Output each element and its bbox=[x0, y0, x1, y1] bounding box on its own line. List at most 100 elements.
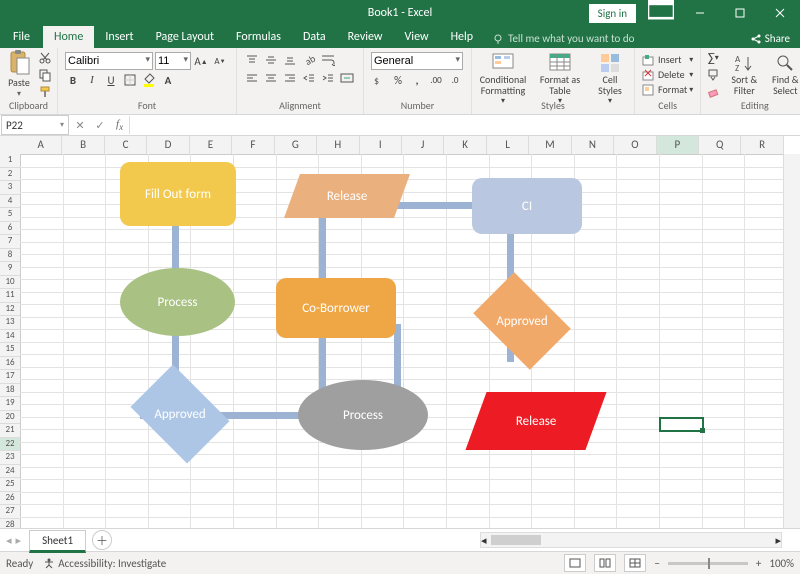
row-header-22[interactable]: 22 bbox=[0, 438, 20, 452]
row-header-7[interactable]: 7 bbox=[0, 235, 20, 249]
accessibility-status[interactable]: Accessibility: Investigate bbox=[43, 557, 166, 570]
row-header-16[interactable]: 16 bbox=[0, 357, 20, 371]
bold-button[interactable]: B bbox=[65, 72, 82, 88]
tab-home[interactable]: Home bbox=[43, 26, 94, 48]
align-bottom-button[interactable] bbox=[282, 52, 299, 68]
row-headers[interactable]: 1234567891011121314151617181920212223242… bbox=[0, 154, 21, 528]
decrease-indent-button[interactable] bbox=[301, 70, 318, 86]
decrease-decimal-button[interactable]: .0 bbox=[447, 72, 464, 88]
row-header-9[interactable]: 9 bbox=[0, 262, 20, 276]
tab-data[interactable]: Data bbox=[292, 26, 337, 48]
decrease-font-button[interactable]: A▼ bbox=[212, 53, 229, 69]
shape-process-2[interactable]: Process bbox=[298, 380, 428, 450]
row-header-27[interactable]: 27 bbox=[0, 505, 20, 519]
active-cell[interactable] bbox=[659, 417, 704, 432]
col-header-P[interactable]: P bbox=[657, 136, 699, 154]
row-header-17[interactable]: 17 bbox=[0, 370, 20, 384]
horizontal-scrollbar[interactable]: ◂▸ bbox=[480, 532, 782, 548]
border-button[interactable] bbox=[122, 72, 139, 88]
row-header-10[interactable]: 10 bbox=[0, 276, 20, 290]
row-header-25[interactable]: 25 bbox=[0, 478, 20, 492]
format-painter-button[interactable] bbox=[37, 84, 53, 99]
tab-help[interactable]: Help bbox=[440, 26, 485, 48]
zoom-in-button[interactable]: + bbox=[756, 557, 761, 570]
align-center-button[interactable] bbox=[263, 70, 280, 86]
tab-review[interactable]: Review bbox=[337, 26, 394, 48]
cells-grid[interactable]: Fill Out form Process Approved Release C… bbox=[20, 154, 784, 528]
tab-page-layout[interactable]: Page Layout bbox=[145, 26, 225, 48]
share-button[interactable]: Share bbox=[740, 29, 800, 48]
zoom-slider[interactable] bbox=[668, 562, 748, 565]
row-header-19[interactable]: 19 bbox=[0, 397, 20, 411]
row-header-1[interactable]: 1 bbox=[0, 154, 20, 168]
shape-process-1[interactable]: Process bbox=[120, 268, 235, 336]
fx-icon[interactable]: fx bbox=[110, 118, 129, 132]
new-sheet-button[interactable]: ＋ bbox=[92, 530, 112, 550]
col-header-L[interactable]: L bbox=[487, 136, 529, 154]
tell-me-search[interactable]: Tell me what you want to do bbox=[484, 29, 642, 48]
font-size-select[interactable]: 11 bbox=[155, 52, 191, 70]
col-header-O[interactable]: O bbox=[614, 136, 656, 154]
shape-approved-1[interactable]: Approved bbox=[140, 384, 220, 444]
tab-file[interactable]: File bbox=[0, 26, 43, 48]
row-header-18[interactable]: 18 bbox=[0, 384, 20, 398]
worksheet[interactable]: ABCDEFGHIJKLMNOPQR 123456789101112131415… bbox=[0, 136, 800, 528]
row-header-4[interactable]: 4 bbox=[0, 195, 20, 209]
row-header-20[interactable]: 20 bbox=[0, 411, 20, 425]
font-color-button[interactable]: A bbox=[160, 72, 177, 88]
italic-button[interactable]: I bbox=[84, 72, 101, 88]
col-header-F[interactable]: F bbox=[232, 136, 274, 154]
cut-button[interactable] bbox=[37, 50, 53, 65]
tab-insert[interactable]: Insert bbox=[94, 26, 144, 48]
ribbon-display-options-icon[interactable] bbox=[648, 0, 674, 26]
fill-color-button[interactable] bbox=[141, 72, 158, 88]
tab-view[interactable]: View bbox=[394, 26, 440, 48]
sort-filter-button[interactable]: AZ Sort & Filter bbox=[725, 50, 763, 98]
autosum-button[interactable]: ∑▾ bbox=[705, 50, 722, 66]
row-header-8[interactable]: 8 bbox=[0, 249, 20, 263]
col-header-J[interactable]: J bbox=[402, 136, 444, 154]
increase-indent-button[interactable] bbox=[320, 70, 337, 86]
row-header-11[interactable]: 11 bbox=[0, 289, 20, 303]
col-header-Q[interactable]: Q bbox=[699, 136, 741, 154]
col-header-E[interactable]: E bbox=[190, 136, 232, 154]
vertical-scrollbar[interactable] bbox=[783, 154, 800, 528]
increase-font-button[interactable]: A▲ bbox=[193, 53, 210, 69]
shape-release-1[interactable]: Release bbox=[284, 174, 410, 218]
row-header-12[interactable]: 12 bbox=[0, 303, 20, 317]
col-header-D[interactable]: D bbox=[147, 136, 189, 154]
col-header-A[interactable]: A bbox=[20, 136, 62, 154]
row-header-21[interactable]: 21 bbox=[0, 424, 20, 438]
page-layout-view-button[interactable] bbox=[594, 554, 616, 572]
row-header-6[interactable]: 6 bbox=[0, 222, 20, 236]
row-header-28[interactable]: 28 bbox=[0, 519, 20, 529]
tab-formulas[interactable]: Formulas bbox=[225, 26, 292, 48]
row-header-2[interactable]: 2 bbox=[0, 168, 20, 182]
insert-cells-button[interactable]: Insert ▾ bbox=[642, 52, 693, 67]
shape-co-borrower[interactable]: Co-Borrower bbox=[276, 278, 396, 338]
row-header-24[interactable]: 24 bbox=[0, 465, 20, 479]
shape-fill-out-form[interactable]: Fill Out form bbox=[120, 162, 236, 226]
copy-button[interactable] bbox=[37, 67, 53, 82]
row-header-3[interactable]: 3 bbox=[0, 181, 20, 195]
formula-input[interactable] bbox=[129, 116, 800, 134]
sheet-nav[interactable]: ◂▸ bbox=[0, 534, 27, 547]
row-header-14[interactable]: 14 bbox=[0, 330, 20, 344]
col-header-R[interactable]: R bbox=[741, 136, 783, 154]
fill-button[interactable] bbox=[705, 67, 722, 83]
increase-decimal-button[interactable]: .00 bbox=[428, 72, 445, 88]
row-header-26[interactable]: 26 bbox=[0, 492, 20, 506]
col-header-K[interactable]: K bbox=[444, 136, 486, 154]
column-headers[interactable]: ABCDEFGHIJKLMNOPQR bbox=[20, 136, 784, 155]
row-header-5[interactable]: 5 bbox=[0, 208, 20, 222]
col-header-B[interactable]: B bbox=[62, 136, 104, 154]
sheet-tab-sheet1[interactable]: Sheet1 bbox=[29, 530, 86, 553]
merge-center-button[interactable] bbox=[339, 70, 356, 86]
align-left-button[interactable] bbox=[244, 70, 261, 86]
row-header-13[interactable]: 13 bbox=[0, 316, 20, 330]
close-button[interactable] bbox=[760, 0, 800, 26]
align-middle-button[interactable] bbox=[263, 52, 280, 68]
underline-button[interactable]: U bbox=[103, 72, 120, 88]
col-header-M[interactable]: M bbox=[529, 136, 571, 154]
sign-in-button[interactable]: Sign in bbox=[589, 4, 636, 23]
